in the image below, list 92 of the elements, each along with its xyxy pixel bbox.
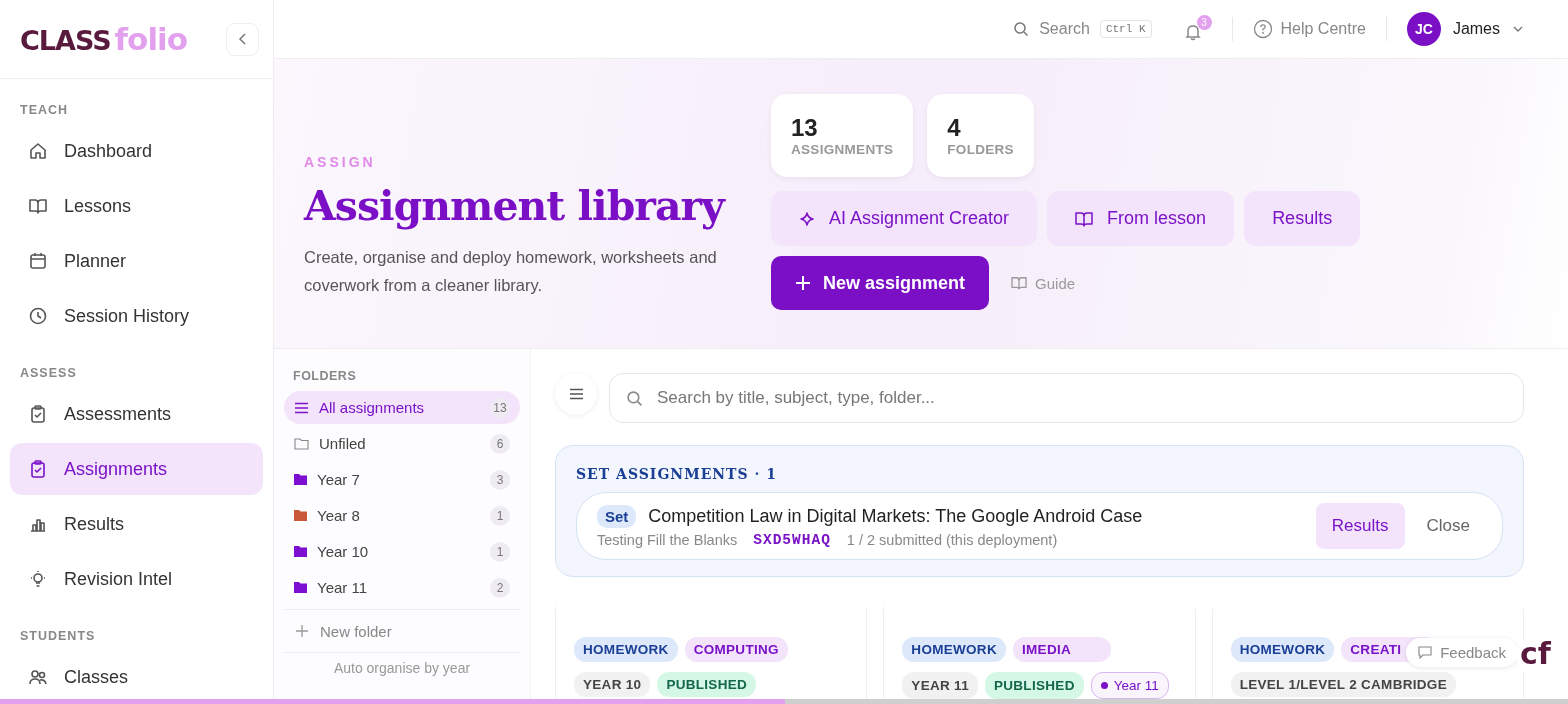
keyboard-shortcut: Ctrl K (1099, 20, 1152, 38)
action-button[interactable]: Results (1244, 191, 1361, 246)
tag: IMEDIA (1013, 637, 1111, 662)
search-button[interactable]: Search Ctrl K (1013, 20, 1152, 38)
stat-value: 4 (947, 114, 962, 142)
nav-item[interactable]: Lessons (10, 180, 263, 232)
page-description: Create, organise and deploy homework, worksheets and coverwork from a cleaner library. (304, 247, 718, 296)
assignment-type: Testing Fill the Blanks (597, 531, 738, 548)
book-icon (1075, 210, 1094, 227)
tag: HOMEWORK (902, 637, 1006, 662)
action-button[interactable]: AI Assignment Creator (771, 191, 1038, 246)
tag: LEVEL 1/LEVEL 2 CAMBRIDGE (1230, 672, 1456, 697)
search-icon (626, 389, 643, 407)
plus-icon (795, 275, 811, 291)
help-icon (1252, 19, 1273, 39)
folder-item[interactable]: Year 8 1 (284, 499, 520, 532)
nav-item[interactable]: Results (10, 498, 263, 550)
plus-icon (296, 625, 308, 637)
folder-count: 13 (490, 397, 510, 418)
clipboard-icon (28, 459, 48, 479)
bulb-icon (28, 569, 48, 589)
folder-icon (294, 437, 309, 450)
book-icon (1011, 276, 1028, 290)
stat-label: ASSIGNMENTS (791, 142, 894, 157)
list-icon (294, 401, 309, 414)
access-code: SXD5WHAQ (753, 531, 831, 548)
nav-item[interactable]: Dashboard (10, 125, 263, 177)
menu-icon (568, 388, 584, 400)
nav-item[interactable]: Assessments (10, 388, 263, 440)
new-folder-button[interactable]: New folder (284, 615, 520, 647)
nav-item[interactable]: Assignments (10, 443, 263, 495)
folder-count: 6 (490, 433, 510, 454)
new-assignment-button[interactable]: New assignment (771, 256, 990, 310)
tag: PUBLISHED (984, 672, 1084, 699)
help-centre-link[interactable]: Help Centre (1252, 19, 1366, 39)
folders-heading: FOLDERS (293, 369, 358, 383)
home-icon (28, 141, 48, 161)
users-icon (28, 667, 48, 687)
panel-heading: SET ASSIGNMENTS · 1 (576, 466, 778, 482)
nav-section-title: ASSESS (20, 366, 78, 380)
clipboard-icon (28, 404, 48, 424)
page-eyebrow: ASSIGN (304, 154, 377, 171)
folder-count: 3 (490, 469, 510, 490)
stat-label: FOLDERS (947, 142, 1014, 157)
folder-item[interactable]: Unfiled 6 (284, 427, 520, 460)
folder-count: 2 (490, 577, 510, 598)
submission-count: 1 / 2 submitted (this deployment) (846, 531, 1058, 548)
user-avatar: JC (1406, 12, 1441, 46)
tag: YEAR 11 (902, 672, 978, 699)
nav-item[interactable]: Classes (10, 651, 263, 703)
nav-section-title: STUDENTS (20, 629, 97, 643)
tag: Year 11 (1090, 672, 1169, 699)
bell-icon (1183, 23, 1202, 41)
menu-button[interactable] (555, 373, 597, 415)
tag: PUBLISHED (657, 672, 757, 697)
sparkle-icon (799, 210, 815, 227)
book-icon (28, 196, 48, 216)
tag: HOMEWORK (574, 637, 678, 662)
notification-count: 3 (1196, 15, 1212, 30)
search-icon (1013, 21, 1030, 37)
folder-count: 1 (490, 505, 510, 526)
folder-item[interactable]: Year 11 2 (284, 571, 520, 604)
search-label: Search (1039, 20, 1090, 38)
clock-icon (28, 306, 48, 326)
nav-item[interactable]: Planner (10, 235, 263, 287)
user-name: James (1452, 20, 1500, 38)
tag: COMPUTING (684, 637, 788, 662)
folder-count: 1 (490, 541, 510, 562)
nav-item[interactable]: Revision Intel (10, 553, 263, 605)
nav-section-title: TEACH (20, 103, 70, 117)
scrollbar[interactable] (0, 699, 1568, 704)
close-button[interactable]: Close (1414, 516, 1482, 536)
user-menu[interactable]: JC James (1406, 12, 1524, 46)
assignment-title: Competition Law in Digital Markets: The Google Android Case (648, 505, 1143, 527)
folder-item[interactable]: Year 10 1 (284, 535, 520, 568)
calendar-icon (28, 251, 48, 271)
stat-value: 13 (791, 114, 819, 142)
folder-item[interactable]: Year 7 3 (284, 463, 520, 496)
search-field[interactable]: Search by title, subject, type, folder... (609, 373, 1524, 423)
tag: YEAR 10 (574, 672, 651, 697)
action-button[interactable]: From lesson (1047, 191, 1235, 246)
collapse-sidebar-button[interactable] (226, 22, 259, 56)
search-input[interactable]: Search by title, subject, type, folder... (655, 387, 1507, 409)
tag: HOMEWORK (1230, 637, 1335, 662)
chat-icon (1418, 646, 1433, 659)
results-button[interactable]: Results (1315, 503, 1405, 549)
nav-item[interactable]: Session History (10, 290, 263, 342)
page-title: Assignment library (304, 182, 727, 231)
feedback-button[interactable]: Feedback (1406, 638, 1518, 667)
folder-item[interactable]: All assignments 13 (284, 391, 520, 424)
status-pill: Set (597, 504, 637, 528)
brand-logo[interactable]: CLASSfolio (20, 21, 187, 57)
